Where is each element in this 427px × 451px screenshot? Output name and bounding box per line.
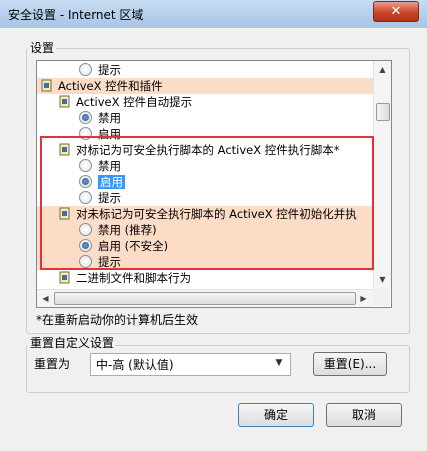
radio-selected-icon	[79, 111, 92, 124]
list-item[interactable]: 提示	[79, 62, 121, 78]
settings-icon	[41, 79, 52, 92]
scroll-left-icon[interactable]: ◀	[38, 291, 53, 306]
reset-button[interactable]: 重置(E)...	[313, 352, 387, 376]
security-level-value: 中-高 (默认值)	[96, 358, 174, 372]
title-bar: 安全设置 - Internet 区域 ✕	[0, 0, 427, 29]
scrollbar-corner	[373, 289, 390, 306]
reset-to-label: 重置为	[34, 357, 71, 371]
settings-icon	[59, 271, 70, 284]
close-button[interactable]: ✕	[373, 1, 419, 22]
horizontal-scrollbar[interactable]: ◀ ▶	[37, 289, 373, 307]
close-icon: ✕	[390, 4, 402, 19]
scroll-right-icon[interactable]: ▶	[356, 291, 371, 306]
window-title: 安全设置 - Internet 区域	[8, 8, 144, 22]
settings-icon	[59, 95, 70, 108]
scroll-up-icon[interactable]: ▲	[375, 62, 390, 77]
vertical-scrollbar[interactable]: ▲ ▼	[373, 61, 391, 289]
cancel-button[interactable]: 取消	[326, 403, 402, 427]
setting-activex-autoprompt[interactable]: ActiveX 控件自动提示	[59, 94, 192, 110]
category-activex[interactable]: ActiveX 控件和插件	[41, 78, 163, 94]
scroll-down-icon[interactable]: ▼	[375, 272, 390, 287]
horizontal-scroll-thumb[interactable]	[54, 292, 356, 305]
restart-note: *在重新启动你的计算机后生效	[36, 313, 199, 327]
settings-group-label: 设置	[28, 39, 57, 56]
setting-binary-script-behaviors[interactable]: 二进制文件和脚本行为	[59, 270, 191, 286]
chevron-down-icon[interactable]: ▼	[270, 354, 288, 373]
radio-icon	[79, 63, 92, 76]
list-item[interactable]: 禁用	[79, 110, 121, 126]
annotation-box	[40, 136, 374, 270]
reset-group-label: 重置自定义设置	[28, 334, 117, 351]
vertical-scroll-thumb[interactable]	[376, 103, 390, 121]
ok-button[interactable]: 确定	[238, 403, 314, 427]
